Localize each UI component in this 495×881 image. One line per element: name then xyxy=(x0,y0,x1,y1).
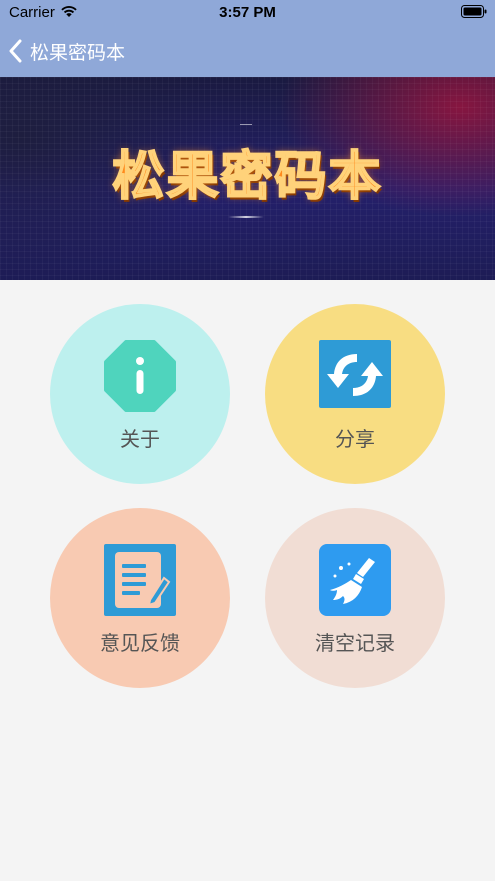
broom-icon xyxy=(319,544,391,616)
top-bar: Carrier 3:57 PM 松果密码本 xyxy=(0,0,495,77)
info-icon xyxy=(104,340,176,412)
about-label: 关于 xyxy=(120,427,160,451)
status-time: 3:57 PM xyxy=(219,4,276,21)
nav-title: 松果密码本 xyxy=(30,41,126,64)
navigation-bar: 松果密码本 xyxy=(0,26,495,77)
chevron-left-icon xyxy=(9,39,22,63)
share-icon xyxy=(319,340,391,408)
share-button[interactable]: 分享 xyxy=(265,304,445,484)
status-bar: Carrier 3:57 PM xyxy=(0,0,495,26)
banner-decoration-line xyxy=(240,124,252,125)
about-button[interactable]: 关于 xyxy=(50,304,230,484)
back-button[interactable]: 松果密码本 xyxy=(8,34,125,68)
feedback-icon xyxy=(104,544,176,616)
battery-icon xyxy=(461,5,487,18)
clear-records-label: 清空记录 xyxy=(315,631,395,655)
feedback-label: 意见反馈 xyxy=(100,631,180,655)
banner-decoration-underline xyxy=(228,216,264,218)
feedback-button[interactable]: 意见反馈 xyxy=(50,508,230,688)
clear-records-button[interactable]: 清空记录 xyxy=(265,508,445,688)
banner-image: 松果密码本 xyxy=(0,77,495,280)
share-label: 分享 xyxy=(335,427,375,451)
banner-title: 松果密码本 xyxy=(111,146,383,208)
